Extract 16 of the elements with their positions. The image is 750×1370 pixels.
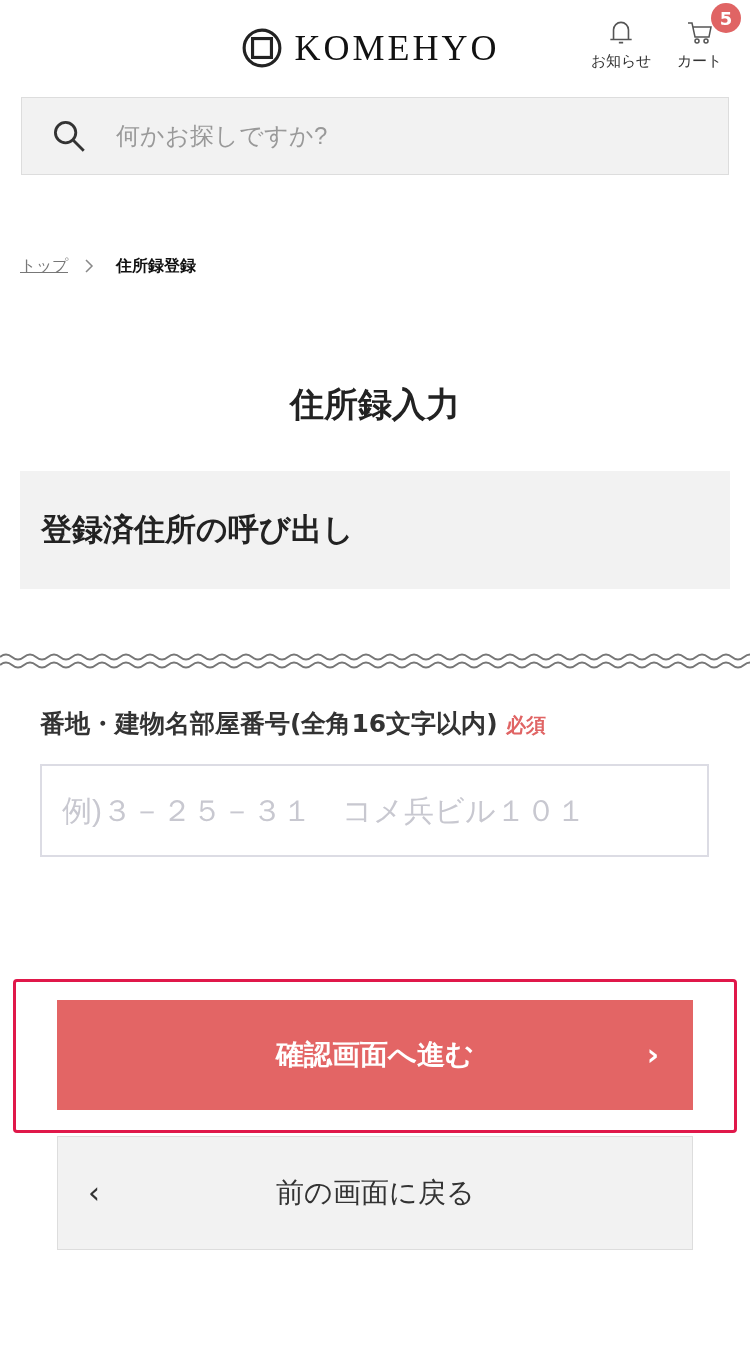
cart-label[interactable]: カート xyxy=(677,52,722,71)
notice-label[interactable]: お知らせ xyxy=(591,52,651,71)
logo-icon xyxy=(240,26,283,69)
page-title: 住所録入力 xyxy=(288,383,461,426)
search-field[interactable]: 何かお探しですか? xyxy=(21,97,729,175)
cart-count-badge: 5 xyxy=(711,3,741,33)
chevron-right-icon xyxy=(84,258,94,274)
field-label: 番地・建物名部屋番号(全角16文字以内) xyxy=(40,708,498,740)
required-label: 必須 xyxy=(505,712,546,739)
search-input[interactable]: 何かお探しですか? xyxy=(114,121,728,151)
search-icon[interactable] xyxy=(52,119,86,153)
recall-address-button[interactable]: 登録済住所の呼び出し xyxy=(20,471,730,589)
breadcrumb-link[interactable]: トップ xyxy=(20,255,68,277)
back-button[interactable]: ‹ 前の画面に戻る xyxy=(57,1136,693,1250)
breadcrumb-current: 住所録登録 xyxy=(116,255,196,277)
logo[interactable]: KOMEHYO xyxy=(294,26,500,69)
